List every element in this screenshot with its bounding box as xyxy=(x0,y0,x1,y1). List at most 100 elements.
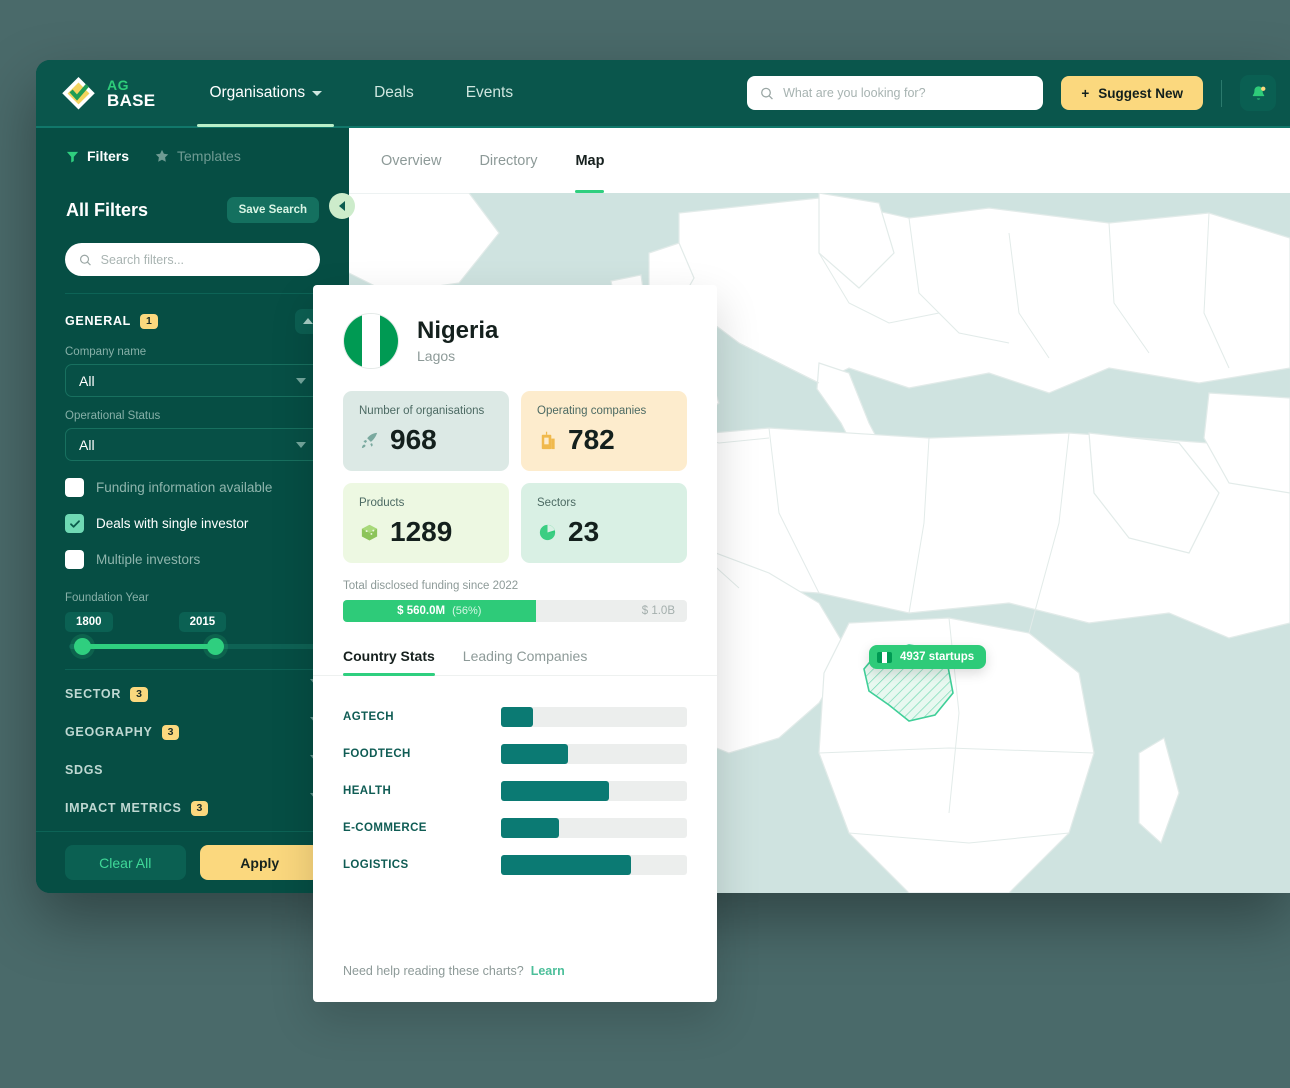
nav-item-label: Events xyxy=(466,84,513,102)
all-filters-title: All Filters xyxy=(66,200,148,221)
suggest-new-label: Suggest New xyxy=(1098,86,1183,101)
bar-chart-row: E-COMMERCE xyxy=(343,809,687,846)
section-count-badge: 3 xyxy=(191,801,209,816)
save-search-button[interactable]: Save Search xyxy=(227,197,319,223)
bell-icon xyxy=(1249,84,1268,103)
app-logo[interactable]: AG BASE xyxy=(59,74,155,113)
global-search-input[interactable] xyxy=(783,86,1030,100)
tab-leading-companies[interactable]: Leading Companies xyxy=(463,648,588,675)
divider xyxy=(1221,80,1222,107)
chart-help-text: Need help reading these charts? xyxy=(343,964,524,978)
stat-card-products: Products 1289 xyxy=(343,483,509,563)
operational-status-select[interactable]: All xyxy=(65,428,320,461)
bar-fill xyxy=(501,818,559,838)
bar-fill xyxy=(501,744,568,764)
stat-label: Number of organisations xyxy=(359,405,493,417)
section-label: GENERAL xyxy=(65,314,131,328)
nav-item-label: Organisations xyxy=(209,84,305,102)
logo-ag-text: AG xyxy=(107,78,155,92)
suggest-new-button[interactable]: + Suggest New xyxy=(1061,76,1203,110)
range-slider-min-handle[interactable] xyxy=(74,638,91,655)
divider xyxy=(65,669,320,670)
bar-chart-row: FOODTECH xyxy=(343,735,687,772)
bar-category-label: HEALTH xyxy=(343,785,501,797)
section-count-badge: 3 xyxy=(162,725,180,740)
bar-category-label: AGTECH xyxy=(343,711,501,723)
stat-card-operating-companies: Operating companies 782 xyxy=(521,391,687,471)
sidebar-collapse-button[interactable] xyxy=(329,193,355,219)
country-header: Nigeria Lagos xyxy=(313,285,717,369)
top-nav-actions: + Suggest New xyxy=(747,75,1290,111)
bar-category-label: E-COMMERCE xyxy=(343,822,501,834)
section-label: IMPACT METRICS xyxy=(65,801,182,815)
nav-item-organisations[interactable]: Organisations xyxy=(183,60,348,127)
bar-chart-row: LOGISTICS xyxy=(343,846,687,883)
tab-directory[interactable]: Directory xyxy=(479,128,537,193)
filter-search-input[interactable] xyxy=(101,253,306,267)
slider-max-value: 2015 xyxy=(179,612,227,632)
search-icon xyxy=(760,86,774,101)
funding-percent: (56%) xyxy=(452,605,481,617)
stat-card-sectors: Sectors 23 xyxy=(521,483,687,563)
chart-help-footer: Need help reading these charts? Learn xyxy=(343,964,565,978)
country-stats-bar-chart: AGTECH FOODTECH HEALTH E-COMMERCE LOGISTICS xyxy=(313,676,717,883)
range-slider-track[interactable] xyxy=(69,644,316,649)
stat-value: 782 xyxy=(568,426,615,454)
logo-wordmark: AG BASE xyxy=(107,78,155,109)
diamond-logo-icon xyxy=(59,74,98,113)
chevron-down-icon xyxy=(296,442,306,448)
top-navigation-bar: AG BASE Organisations Deals Events xyxy=(36,60,1290,128)
checkbox-label: Multiple investors xyxy=(96,552,200,567)
section-label: SDGS xyxy=(65,763,103,777)
filter-search[interactable] xyxy=(65,243,320,276)
nav-item-deals[interactable]: Deals xyxy=(348,60,440,127)
company-name-select[interactable]: All xyxy=(65,364,320,397)
global-search[interactable] xyxy=(747,76,1043,110)
checkbox-single-investor[interactable]: Deals with single investor xyxy=(36,514,349,533)
operational-status-label: Operational Status xyxy=(36,410,349,422)
bar-chart-row: AGTECH xyxy=(343,698,687,735)
sidebar-tab-templates[interactable]: Templates xyxy=(155,148,241,164)
checkbox-box[interactable] xyxy=(65,478,84,497)
range-slider-max-handle[interactable] xyxy=(207,638,224,655)
filters-footer: Clear All Apply xyxy=(36,831,349,893)
nigeria-flag-icon xyxy=(877,652,892,663)
filter-section-general[interactable]: GENERAL 1 xyxy=(36,309,349,333)
tab-country-stats[interactable]: Country Stats xyxy=(343,648,435,675)
notifications-button[interactable] xyxy=(1240,75,1276,111)
tab-map[interactable]: Map xyxy=(575,128,604,193)
tab-overview[interactable]: Overview xyxy=(381,128,441,193)
slider-min-value: 1800 xyxy=(65,612,113,632)
filter-section-geography[interactable]: GEOGRAPHY 3 xyxy=(36,720,349,744)
bar-fill xyxy=(501,781,609,801)
select-value: All xyxy=(79,373,95,389)
sidebar-tab-filters[interactable]: Filters xyxy=(66,148,129,164)
stat-value: 23 xyxy=(568,518,599,546)
map-marker-label: 4937 startups xyxy=(900,651,974,663)
checkbox-box[interactable] xyxy=(65,550,84,569)
country-card-tabs: Country Stats Leading Companies xyxy=(313,622,717,676)
bar-track xyxy=(501,818,687,838)
stat-value: 968 xyxy=(390,426,437,454)
sidebar-tab-label: Filters xyxy=(87,148,129,164)
stat-label: Sectors xyxy=(537,497,671,509)
filter-section-sdgs[interactable]: SDGS xyxy=(36,758,349,782)
filter-section-impact-metrics[interactable]: IMPACT METRICS 3 xyxy=(36,796,349,820)
checkbox-label: Funding information available xyxy=(96,480,272,495)
checkbox-box[interactable] xyxy=(65,514,84,533)
foundation-year-filter: Foundation Year 1800 2015 xyxy=(36,592,349,649)
checkbox-multiple-investors[interactable]: Multiple investors xyxy=(36,550,349,569)
stat-label: Products xyxy=(359,497,493,509)
checkbox-funding-info[interactable]: Funding information available xyxy=(36,478,349,497)
bar-track xyxy=(501,855,687,875)
checkbox-label: Deals with single investor xyxy=(96,516,248,531)
package-icon xyxy=(359,522,380,543)
chart-help-link[interactable]: Learn xyxy=(531,964,565,978)
filter-section-sector[interactable]: SECTOR 3 xyxy=(36,682,349,706)
clear-all-button[interactable]: Clear All xyxy=(65,845,186,880)
funding-progress-fill: $ 560.0M (56%) xyxy=(343,600,536,622)
nav-item-events[interactable]: Events xyxy=(440,60,539,127)
map-marker-nigeria[interactable]: 4937 startups xyxy=(869,645,986,669)
apply-filters-button[interactable]: Apply xyxy=(200,845,321,880)
stat-value: 1289 xyxy=(390,518,452,546)
